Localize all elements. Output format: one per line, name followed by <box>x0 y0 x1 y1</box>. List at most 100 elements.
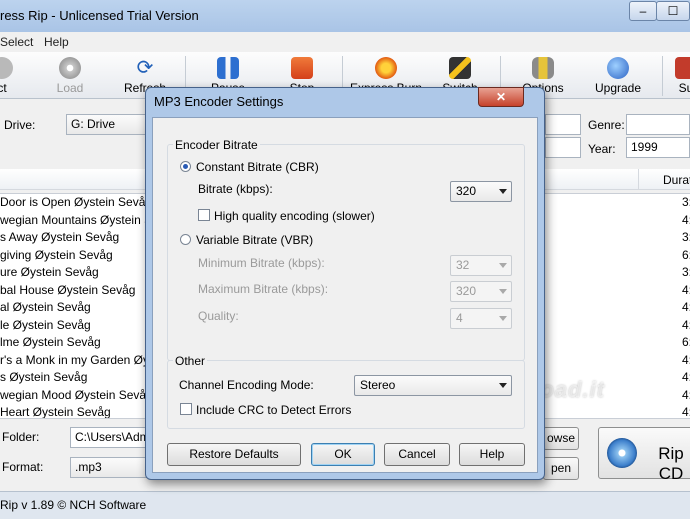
quality-label: Quality: <box>198 309 239 323</box>
restore-defaults-button[interactable]: Restore Defaults <box>167 443 301 466</box>
chevron-down-icon <box>499 189 507 194</box>
min-bitrate-label: Minimum Bitrate (kbps): <box>198 256 325 270</box>
other-group-title: Other <box>173 354 208 368</box>
track-duration: 3: <box>682 265 690 279</box>
partial-icon <box>0 57 13 79</box>
track-duration: 4: <box>682 212 690 227</box>
dialog-close-button[interactable]: ✕ <box>478 87 524 107</box>
album-field-partial[interactable] <box>545 137 581 158</box>
menu-select[interactable]: Select <box>0 35 33 49</box>
track-row[interactable]: lme Øystein Sevåg <box>0 334 101 351</box>
genre-label: Genre: <box>588 118 625 132</box>
vbr-label[interactable]: Variable Bitrate (VBR) <box>196 233 313 247</box>
track-duration: 4: <box>682 405 690 419</box>
cbr-radio[interactable] <box>180 161 191 172</box>
toolbar-separator <box>662 56 663 96</box>
toolbar-label: Su <box>678 81 690 95</box>
folder-field[interactable]: C:\Users\Admi <box>70 427 152 448</box>
crc-checkbox[interactable] <box>180 403 192 415</box>
rip-cd-button[interactable]: Rip CD <box>598 427 690 483</box>
drive-label: Drive: <box>4 118 36 132</box>
upgrade-icon <box>607 57 629 79</box>
track-row[interactable]: s Øystein Sevåg <box>0 369 87 386</box>
track-duration: 4: <box>682 317 690 332</box>
channel-mode-label: Channel Encoding Mode: <box>179 378 314 392</box>
max-bitrate-select[interactable]: 320 <box>450 281 512 302</box>
cbr-label[interactable]: Constant Bitrate (CBR) <box>196 160 319 174</box>
hq-encoding-checkbox[interactable] <box>198 209 210 221</box>
track-row[interactable]: bal House Øystein Sevåg <box>0 282 135 299</box>
vbr-radio[interactable] <box>180 234 191 245</box>
menu-help[interactable]: Help <box>44 35 69 49</box>
track-duration: 6: <box>682 335 690 349</box>
bitrate-label: Bitrate (kbps): <box>198 182 273 196</box>
window-title: ress Rip - Unlicensed Trial Version <box>0 8 199 23</box>
minimize-button[interactable]: – <box>629 1 657 21</box>
channel-mode-select[interactable]: Stereo <box>354 375 512 396</box>
track-row[interactable]: wegian Mood Øystein Sevåg <box>0 387 153 404</box>
browse-button[interactable]: owse <box>543 427 579 450</box>
support-button[interactable]: Su <box>674 52 690 98</box>
chevron-down-icon <box>499 263 507 268</box>
rip-cd-icon <box>607 438 637 468</box>
load-button[interactable]: Load <box>48 52 92 98</box>
toolbar-label: Upgrade <box>594 81 642 95</box>
genre-field[interactable] <box>626 114 690 135</box>
encoder-bitrate-group-title: Encoder Bitrate <box>173 138 260 152</box>
track-duration: 3: <box>682 230 690 244</box>
switch-icon <box>449 57 471 79</box>
track-duration: 4: <box>682 300 690 314</box>
track-row[interactable]: wegian Mountains Øystein Se <box>0 212 159 229</box>
bitrate-select[interactable]: 320 <box>450 181 512 202</box>
toolbar-button-partial[interactable]: ct <box>0 52 14 98</box>
chevron-down-icon <box>499 316 507 321</box>
track-duration: 3: <box>682 195 690 209</box>
track-row[interactable]: giving Øystein Sevåg <box>0 247 113 264</box>
track-row[interactable]: ure Øystein Sevåg <box>0 264 99 281</box>
open-button[interactable]: pen <box>543 457 579 480</box>
track-row[interactable]: le Øystein Sevåg <box>0 317 91 334</box>
quality-select[interactable]: 4 <box>450 308 512 329</box>
track-row[interactable]: Door is Open Øystein Sevåg <box>0 194 152 211</box>
upgrade-button[interactable]: Upgrade <box>592 52 644 98</box>
min-bitrate-select[interactable]: 32 <box>450 255 512 276</box>
track-row[interactable]: al Øystein Sevåg <box>0 299 91 316</box>
options-icon <box>532 57 554 79</box>
rip-cd-label: Rip CD <box>658 444 684 483</box>
folder-label: Folder: <box>2 430 40 444</box>
min-bitrate-value: 32 <box>456 258 470 272</box>
status-text: Rip v 1.89 © NCH Software <box>0 498 147 512</box>
max-bitrate-value: 320 <box>456 284 477 298</box>
track-row[interactable]: r's a Monk in my Garden Øyst <box>0 352 158 369</box>
refresh-icon: ⟳ <box>136 57 154 79</box>
track-duration: 4: <box>682 282 690 297</box>
menu-bar: Select Help <box>0 32 690 53</box>
ok-button[interactable]: OK <box>311 443 375 466</box>
format-select[interactable]: .mp3 <box>70 457 150 478</box>
duration-column-header[interactable]: Durat <box>663 173 690 187</box>
crc-label[interactable]: Include CRC to Detect Errors <box>196 403 351 417</box>
load-disc-icon <box>59 57 81 79</box>
pause-icon <box>217 57 239 79</box>
maximize-button[interactable]: ☐ <box>656 1 690 21</box>
year-field[interactable]: 1999 <box>626 137 690 158</box>
toolbar-label: Load <box>56 81 84 95</box>
column-divider <box>638 169 639 189</box>
hq-encoding-label[interactable]: High quality encoding (slower) <box>214 209 375 223</box>
track-row[interactable]: s Away Øystein Sevåg <box>0 229 119 246</box>
status-bar: Rip v 1.89 © NCH Software <box>0 491 690 519</box>
track-duration: 4: <box>682 370 690 384</box>
chevron-down-icon <box>499 289 507 294</box>
chevron-down-icon <box>499 383 507 388</box>
track-duration: 4: <box>682 387 690 402</box>
track-duration: 6: <box>682 247 690 262</box>
artist-field-partial[interactable] <box>545 114 581 135</box>
bitrate-value: 320 <box>456 184 477 198</box>
cancel-button[interactable]: Cancel <box>384 443 450 466</box>
max-bitrate-label: Maximum Bitrate (kbps): <box>198 282 329 296</box>
help-button[interactable]: Help <box>459 443 525 466</box>
quality-value: 4 <box>456 311 463 325</box>
format-label: Format: <box>2 460 44 474</box>
drive-select[interactable]: G: Drive <box>66 114 156 135</box>
track-row[interactable]: Heart Øystein Sevåg <box>0 404 111 418</box>
